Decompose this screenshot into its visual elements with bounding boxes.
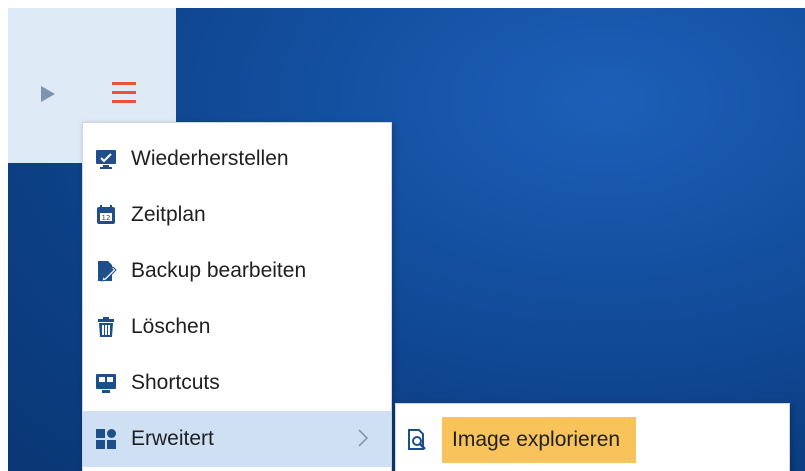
menu-item-label: Shortcuts bbox=[131, 371, 220, 394]
svg-text:12: 12 bbox=[102, 214, 111, 222]
menu-item-backup-bearbeiten[interactable]: Backup bearbeiten bbox=[83, 243, 391, 299]
edit-document-icon bbox=[95, 260, 117, 282]
menu-item-label: Backup bearbeiten bbox=[131, 259, 307, 282]
context-menu: Wiederherstellen 12 Zeitplan Backup bear… bbox=[82, 122, 392, 471]
menu-item-zeitplan[interactable]: 12 Zeitplan bbox=[83, 187, 391, 243]
restore-monitor-icon bbox=[95, 148, 117, 170]
screen: Wiederherstellen 12 Zeitplan Backup bear… bbox=[0, 0, 805, 471]
grid-tiles-icon bbox=[95, 428, 117, 450]
menu-item-shortcuts[interactable]: Shortcuts bbox=[83, 355, 391, 411]
menu-item-label: Erweitert bbox=[131, 427, 214, 450]
image-explore-icon bbox=[406, 429, 428, 451]
shortcut-icon bbox=[95, 372, 117, 394]
menu-item-label: Wiederherstellen bbox=[131, 147, 289, 170]
play-arrow-icon[interactable] bbox=[38, 84, 58, 104]
menu-item-loeschen[interactable]: Löschen bbox=[83, 299, 391, 355]
trash-icon bbox=[95, 316, 117, 338]
menu-item-erweitert[interactable]: Erweitert bbox=[83, 411, 391, 467]
menu-item-label: Löschen bbox=[131, 315, 211, 338]
calendar-icon: 12 bbox=[95, 204, 117, 226]
submenu-item-image-explorieren[interactable]: Image explorieren bbox=[396, 417, 789, 463]
submenu-item-label: Image explorieren bbox=[442, 417, 637, 463]
chevron-right-icon bbox=[357, 428, 369, 448]
menu-item-wiederherstellen[interactable]: Wiederherstellen bbox=[83, 131, 391, 187]
menu-item-label: Zeitplan bbox=[131, 203, 206, 226]
hamburger-menu-icon[interactable] bbox=[106, 76, 142, 110]
submenu-erweitert: Image explorieren bbox=[395, 403, 790, 471]
